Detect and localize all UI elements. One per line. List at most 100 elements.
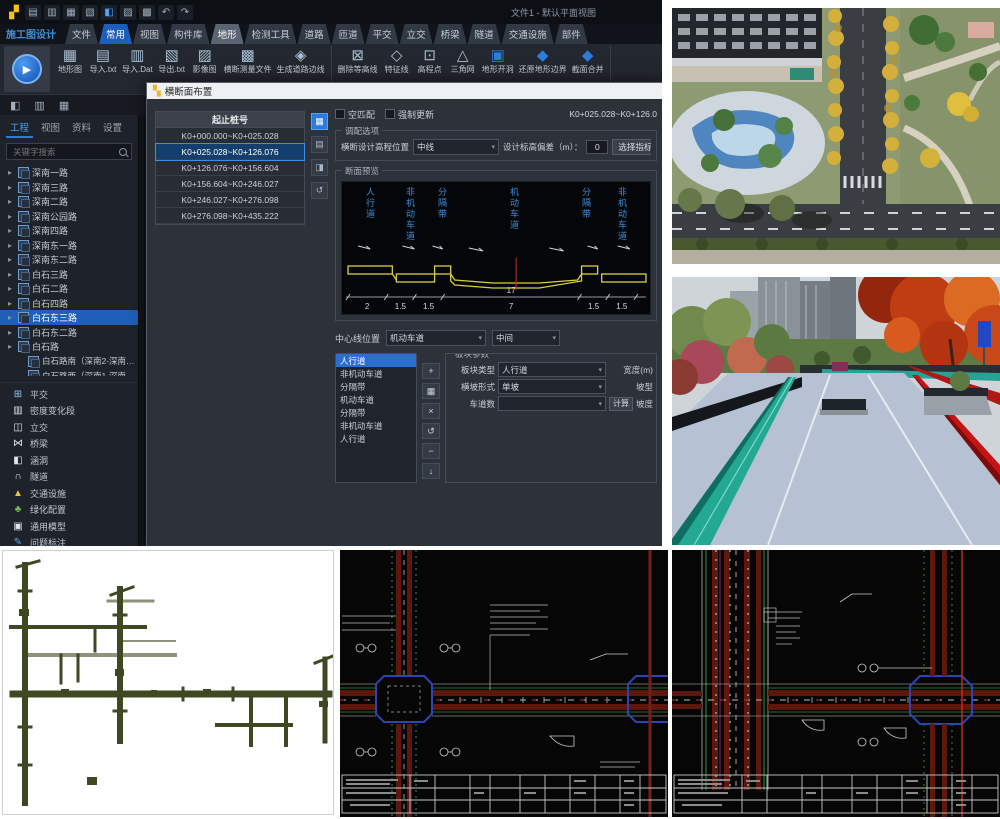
category-item[interactable]: ∩ 隧道 [0, 469, 138, 486]
ribbon-tool[interactable]: ▤ 导入.txt [89, 46, 117, 75]
sidebar-tab[interactable]: 视图 [37, 119, 64, 138]
workspace-label[interactable]: 施工图设计 [2, 26, 64, 44]
centerline-pos-select[interactable]: 中间 [492, 330, 560, 346]
ribbon-tool[interactable]: ⊡ 高程点 [416, 46, 444, 75]
stake-row[interactable]: K0+000.000~K0+025.028 [156, 128, 304, 144]
force-update-checkbox[interactable]: 强制更新 [385, 108, 434, 121]
stake-row[interactable]: K0+156.604~K0+246.027 [156, 176, 304, 192]
ribbon-tool[interactable]: ▧ 导出.txt [158, 46, 186, 75]
stake-row[interactable]: K0+025.028~K0+126.076 [156, 144, 304, 160]
ribbon-tab[interactable]: 匝道 [332, 24, 365, 44]
road-tree-item[interactable]: 深南东二路 [0, 252, 138, 267]
ribbon-tab[interactable]: 视图 [133, 24, 166, 44]
list-action-button[interactable]: ↺ [422, 423, 440, 439]
ribbon-tool[interactable]: ◈ 生成道路边线 [277, 46, 325, 75]
ribbon-tab[interactable]: 部件 [555, 24, 588, 44]
ribbon-tab[interactable]: 平交 [366, 24, 399, 44]
plate-list-item[interactable]: 非机动车道 [336, 419, 416, 432]
ribbon-tab[interactable]: 道路 [298, 24, 331, 44]
elevation-position-select[interactable]: 中线 [413, 139, 499, 155]
list-action-button[interactable]: + [422, 363, 440, 379]
sidebar-tab[interactable]: 资料 [68, 119, 95, 138]
category-item[interactable]: ⋈ 桥梁 [0, 436, 138, 453]
road-tree-item[interactable]: 深南三路 [0, 180, 138, 195]
quickbar-icon[interactable]: ◧ [101, 5, 117, 20]
view-mode-button[interactable]: ▦ [311, 113, 328, 130]
list-action-button[interactable]: − [422, 443, 440, 459]
road-tree-item[interactable]: 白石二路 [0, 281, 138, 296]
quickbar-icon[interactable]: ↶ [158, 5, 174, 20]
quickbar-icon[interactable]: ▤ [25, 5, 41, 20]
sidebar-tab[interactable]: 设置 [99, 119, 126, 138]
ribbon-tool[interactable]: ◇ 特征线 [383, 46, 411, 75]
plate-list-item[interactable]: 机动车道 [336, 393, 416, 406]
search-input[interactable] [11, 146, 116, 158]
quickbar-icon[interactable]: ▧ [82, 5, 98, 20]
road-tree-item[interactable]: 深南四路 [0, 223, 138, 238]
dialog-titlebar[interactable]: ▚ 横断面布置 [147, 83, 662, 99]
param-select[interactable]: 单坡 [498, 379, 606, 394]
category-item[interactable]: ✎ 问题标注 [0, 535, 138, 547]
plate-list-item[interactable]: 分隔带 [336, 380, 416, 393]
list-action-button[interactable]: ▦ [422, 383, 440, 399]
ribbon-tool[interactable]: ▨ 影像图 [191, 46, 219, 75]
road-tree-item[interactable]: 白石东三路 [0, 310, 138, 325]
stake-row[interactable]: K0+246.027~K0+276.098 [156, 192, 304, 208]
sidebar-tab[interactable]: 工程 [6, 119, 33, 138]
road-tree-item[interactable]: 深南二路 [0, 194, 138, 209]
empty-match-checkbox[interactable]: 空匹配 [335, 108, 375, 121]
quickbar-icon[interactable]: ▦ [63, 5, 79, 20]
category-item[interactable]: ⊞ 平交 [0, 386, 138, 403]
calc-button[interactable]: 计算 [609, 397, 633, 411]
road-tree-item[interactable]: 白石路 [0, 339, 138, 354]
pick-standard-button[interactable]: 选择指标方案 [612, 139, 651, 155]
param-select[interactable]: 人行道 [498, 362, 606, 377]
category-item[interactable]: ▥ 密度变化段 [0, 403, 138, 420]
plate-list-item[interactable]: 人行道 [336, 354, 416, 367]
ribbon-tab[interactable]: 桥梁 [434, 24, 467, 44]
search-box[interactable] [6, 143, 132, 160]
ribbon-tool[interactable]: ▦ 地形图 [56, 46, 84, 75]
road-tree-item[interactable]: 深南东一路 [0, 238, 138, 253]
layout-toggle-icon[interactable]: ◧ [10, 99, 20, 112]
offset-input[interactable]: 0 [586, 140, 608, 154]
plate-list-item[interactable]: 非机动车道 [336, 367, 416, 380]
ribbon-tool[interactable]: ◆ 截面合并 [572, 46, 604, 75]
quickbar-icon[interactable]: ▨ [120, 5, 136, 20]
ribbon-tool[interactable]: ▣ 地形开洞 [482, 46, 514, 75]
centerline-lane-select[interactable]: 机动车道 [386, 330, 486, 346]
plate-list-item[interactable]: 分隔带 [336, 406, 416, 419]
ribbon-tool[interactable]: ⊠ 删除等高线 [338, 46, 378, 75]
stake-row[interactable]: K0+126.076~K0+156.604 [156, 160, 304, 176]
quickbar-icon[interactable]: ▩ [139, 5, 155, 20]
stake-row[interactable]: K0+276.098~K0+435.222 [156, 208, 304, 224]
ribbon-tool[interactable]: △ 三角网 [449, 46, 477, 75]
ribbon-tab[interactable]: 地形 [211, 24, 244, 44]
app-menu-button[interactable]: ▶ [4, 46, 50, 92]
list-action-button[interactable]: × [422, 403, 440, 419]
view-mode-button[interactable]: ▤ [311, 136, 328, 153]
road-tree-item[interactable]: 白石东二路 [0, 325, 138, 340]
ribbon-tool[interactable]: ▩ 横断测量文件 [224, 46, 272, 75]
quickbar-icon[interactable]: ▞ [6, 5, 22, 20]
road-tree-item[interactable]: 白石路南（深南2-深南… [0, 354, 138, 369]
ribbon-tool[interactable]: ▥ 导入.Dat [122, 46, 153, 75]
plate-list-item[interactable]: 人行道 [336, 432, 416, 445]
layout-toggle-icon[interactable]: ▦ [59, 99, 69, 112]
ribbon-tab[interactable]: 检测工具 [245, 24, 297, 44]
param-select[interactable] [498, 396, 606, 411]
ribbon-tab[interactable]: 交通设施 [502, 24, 554, 44]
road-tree-item[interactable]: 白石三路 [0, 267, 138, 282]
category-item[interactable]: ▲ 交通设施 [0, 485, 138, 502]
layout-toggle-icon[interactable]: ▥ [34, 99, 44, 112]
list-action-button[interactable]: ↓ [422, 463, 440, 479]
category-item[interactable]: ♣ 绿化配置 [0, 502, 138, 519]
quickbar-icon[interactable]: ▥ [44, 5, 60, 20]
road-tree-item[interactable]: 白石四路 [0, 296, 138, 311]
quickbar-icon[interactable]: ↷ [177, 5, 193, 20]
view-mode-button[interactable]: ↺ [311, 182, 328, 199]
ribbon-tab[interactable]: 隧道 [468, 24, 501, 44]
ribbon-tab[interactable]: 文件 [65, 24, 98, 44]
category-item[interactable]: ◫ 立交 [0, 419, 138, 436]
category-item[interactable]: ▣ 通用模型 [0, 518, 138, 535]
